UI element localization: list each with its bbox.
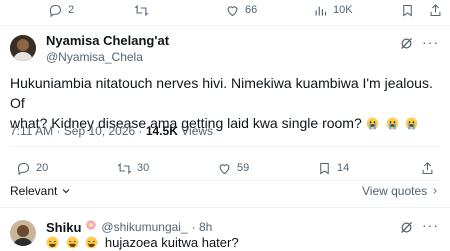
crying-face-icon <box>366 115 382 131</box>
divider <box>0 25 450 26</box>
reply-time[interactable]: · 8h <box>192 220 213 234</box>
like-action[interactable]: 66 <box>225 3 257 17</box>
share-action[interactable] <box>428 3 443 17</box>
divider <box>10 146 440 147</box>
more-options-icon[interactable]: ··· <box>422 34 439 50</box>
like-count: 66 <box>245 4 258 16</box>
share-icon <box>422 161 433 174</box>
chevron-down-icon <box>63 189 70 194</box>
crying-face-icon <box>405 115 421 131</box>
reply-text: hujazoea kuitwa hater? <box>46 235 239 250</box>
view-quotes-label: View quotes <box>362 184 428 198</box>
heart-icon <box>219 163 230 174</box>
avatar-image <box>10 35 36 61</box>
flower-icon <box>85 218 97 236</box>
reply-header: Shiku @shikumungai_ · 8h <box>46 218 212 236</box>
retweet-action[interactable] <box>134 3 149 17</box>
bookmark-icon <box>403 4 412 16</box>
analytics-icon <box>315 6 327 15</box>
avatar[interactable] <box>10 35 36 61</box>
laughing-face-icon <box>85 235 101 250</box>
crying-face-icon <box>386 115 402 131</box>
reply-icon <box>17 162 30 175</box>
tweet-meta: 7:11 AM · Sep 10, 2026 · 14.5K Views <box>10 124 213 138</box>
avatar-image <box>10 220 36 246</box>
like-action[interactable]: 59 <box>217 161 249 175</box>
divider <box>0 207 450 208</box>
retweet-icon <box>117 162 132 174</box>
grok-icon[interactable] <box>399 220 414 235</box>
retweet-count: 30 <box>137 162 150 174</box>
sort-dropdown[interactable]: Relevant <box>10 184 72 198</box>
reply-author-name[interactable]: Shiku <box>46 220 81 235</box>
bookmark-count: 14 <box>337 162 350 174</box>
reply-count: 20 <box>36 162 49 174</box>
reply-action[interactable]: 2 <box>48 3 74 17</box>
views-action[interactable]: 10K <box>313 3 353 17</box>
share-icon <box>430 3 441 16</box>
like-count: 59 <box>237 162 250 174</box>
laughing-face-icon <box>46 235 62 250</box>
bookmark-icon <box>320 162 329 174</box>
sort-label: Relevant <box>10 184 58 198</box>
reply-text-content: hujazoea kuitwa hater? <box>104 235 239 250</box>
bookmark-action[interactable] <box>400 3 415 17</box>
views-label: Views <box>177 124 214 138</box>
grok-icon[interactable] <box>399 36 414 51</box>
reply-count: 2 <box>68 4 75 16</box>
avatar[interactable] <box>10 220 36 246</box>
author-handle[interactable]: @Nyamisa_Chela <box>46 50 143 64</box>
reply-icon <box>49 4 62 17</box>
previous-tweet-actions: 2 66 10K <box>0 0 450 22</box>
tweet-text-line-1: Hukuniambia nitatouch nerves hivi. Nimek… <box>10 75 433 111</box>
retweet-icon <box>134 4 149 16</box>
reply-author-handle[interactable]: @shikumungai_ <box>101 220 187 234</box>
bookmark-action[interactable]: 14 <box>317 161 349 175</box>
reply-action[interactable]: 20 <box>16 161 48 175</box>
views-count: 10K <box>333 4 353 16</box>
share-action[interactable] <box>420 161 435 175</box>
more-options-icon[interactable]: ··· <box>422 217 439 233</box>
author-name[interactable]: Nyamisa Chelang'at <box>46 33 169 48</box>
view-quotes-link[interactable]: View quotes <box>362 184 440 198</box>
laughing-face-icon <box>66 235 82 250</box>
retweet-action[interactable]: 30 <box>117 161 149 175</box>
divider <box>10 180 440 181</box>
views-number: 14.5K <box>145 124 178 138</box>
chevron-right-icon <box>433 188 437 194</box>
timestamp[interactable]: 7:11 AM · Sep 10, 2026 · <box>10 124 146 138</box>
heart-icon <box>227 5 238 16</box>
